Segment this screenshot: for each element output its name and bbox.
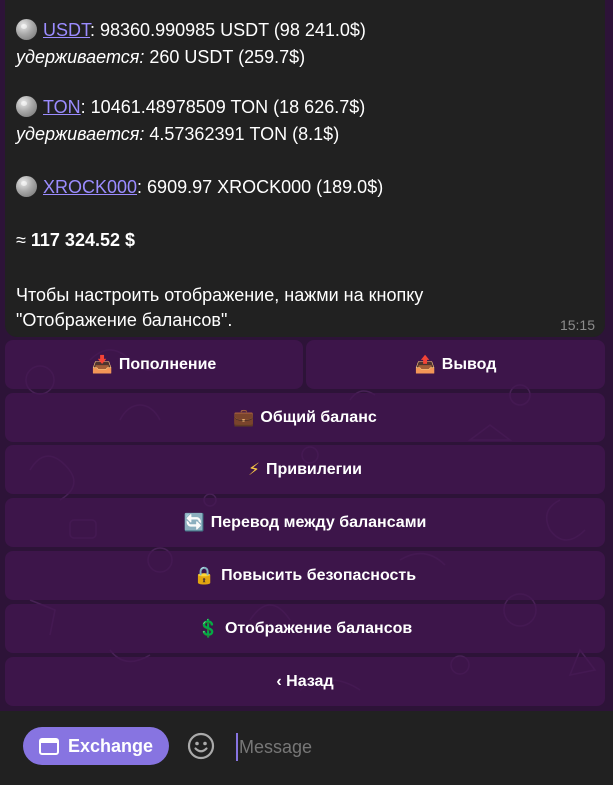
usdt-held-value: 260 USDT (259.7$): [144, 47, 306, 67]
balance-message: USDT: 98360.990985 USDT (98 241.0$) удер…: [5, 0, 605, 337]
total-balance-label: Общий баланс: [260, 408, 377, 426]
total-prefix: ≈: [16, 230, 31, 250]
deposit-label: Пополнение: [118, 355, 217, 373]
usdt-amount: : 98360.990985 USDT (98 241.0$): [90, 20, 366, 40]
back-label: ‹ Назад: [276, 672, 334, 690]
usdt-held-label: удерживается:: [16, 47, 145, 67]
total-line: ≈ 117 324.52 $: [16, 227, 135, 254]
back-button[interactable]: ‹ Назад: [5, 657, 605, 706]
total-value: 117 324.52 $: [30, 230, 135, 250]
ton-amount: : 10461.48978509 TON (18 626.7$): [80, 97, 366, 117]
xrock-coin-icon: [16, 176, 37, 197]
exchange-button[interactable]: Exchange: [23, 727, 169, 765]
usdt-held-line: удерживается: 260 USDT (259.7$): [16, 44, 305, 71]
display-balances-button[interactable]: 💲 Отображение балансов: [5, 604, 605, 653]
transfer-label: Перевод между балансами: [210, 513, 427, 531]
ton-held-label: удерживается:: [16, 124, 145, 144]
transfer-button[interactable]: 🔄 Перевод между балансами: [5, 498, 605, 547]
withdraw-label: Вывод: [441, 355, 497, 373]
xrock-amount: : 6909.97 XROCK000 (189.0$): [137, 177, 384, 197]
exchange-label: Exchange: [67, 735, 154, 756]
dollar-icon: 💲: [197, 618, 219, 638]
hint-line-2: "Отображение балансов".: [16, 310, 233, 330]
refresh-icon: 🔄: [183, 512, 205, 532]
briefcase-icon: 💼: [233, 407, 255, 427]
inbox-tray-icon: 📥: [91, 354, 113, 374]
composer-bar: Exchange: [0, 711, 613, 785]
ton-line: TON: 10461.48978509 TON (18 626.7$): [16, 94, 365, 121]
outbox-tray-icon: 📤: [414, 354, 436, 374]
ton-coin-icon: [16, 96, 37, 117]
message-time: 15:15: [559, 317, 595, 333]
usdt-line: USDT: 98360.990985 USDT (98 241.0$): [16, 17, 366, 44]
security-label: Повысить безопасность: [221, 566, 417, 584]
hint-line-1: Чтобы настроить отображение, нажми на кн…: [16, 285, 424, 305]
usdt-coin-icon: [16, 19, 37, 40]
smile-icon[interactable]: [187, 732, 215, 760]
ton-link[interactable]: TON: [43, 97, 81, 117]
lock-icon: 🔒: [193, 565, 216, 585]
security-button[interactable]: 🔒 Повысить безопасность: [5, 551, 605, 600]
deposit-button[interactable]: 📥 Пополнение: [5, 340, 303, 389]
app-window-icon: [38, 737, 59, 755]
withdraw-button[interactable]: 📤 Вывод: [306, 340, 605, 389]
lightning-icon: ⚡: [248, 459, 260, 479]
usdt-link[interactable]: USDT: [43, 20, 90, 40]
message-input[interactable]: [236, 733, 599, 761]
ton-held-value: 4.57362391 TON (8.1$): [144, 124, 340, 144]
privileges-label: Привилегии: [265, 460, 362, 478]
ton-held-line: удерживается: 4.57362391 TON (8.1$): [16, 121, 339, 148]
privileges-button[interactable]: ⚡ Привилегии: [5, 445, 605, 494]
xrock-link[interactable]: XROCK000: [43, 177, 137, 197]
total-balance-button[interactable]: 💼 Общий баланс: [5, 393, 605, 442]
display-balances-label: Отображение балансов: [224, 619, 413, 637]
xrock-line: XROCK000: 6909.97 XROCK000 (189.0$): [16, 174, 383, 201]
